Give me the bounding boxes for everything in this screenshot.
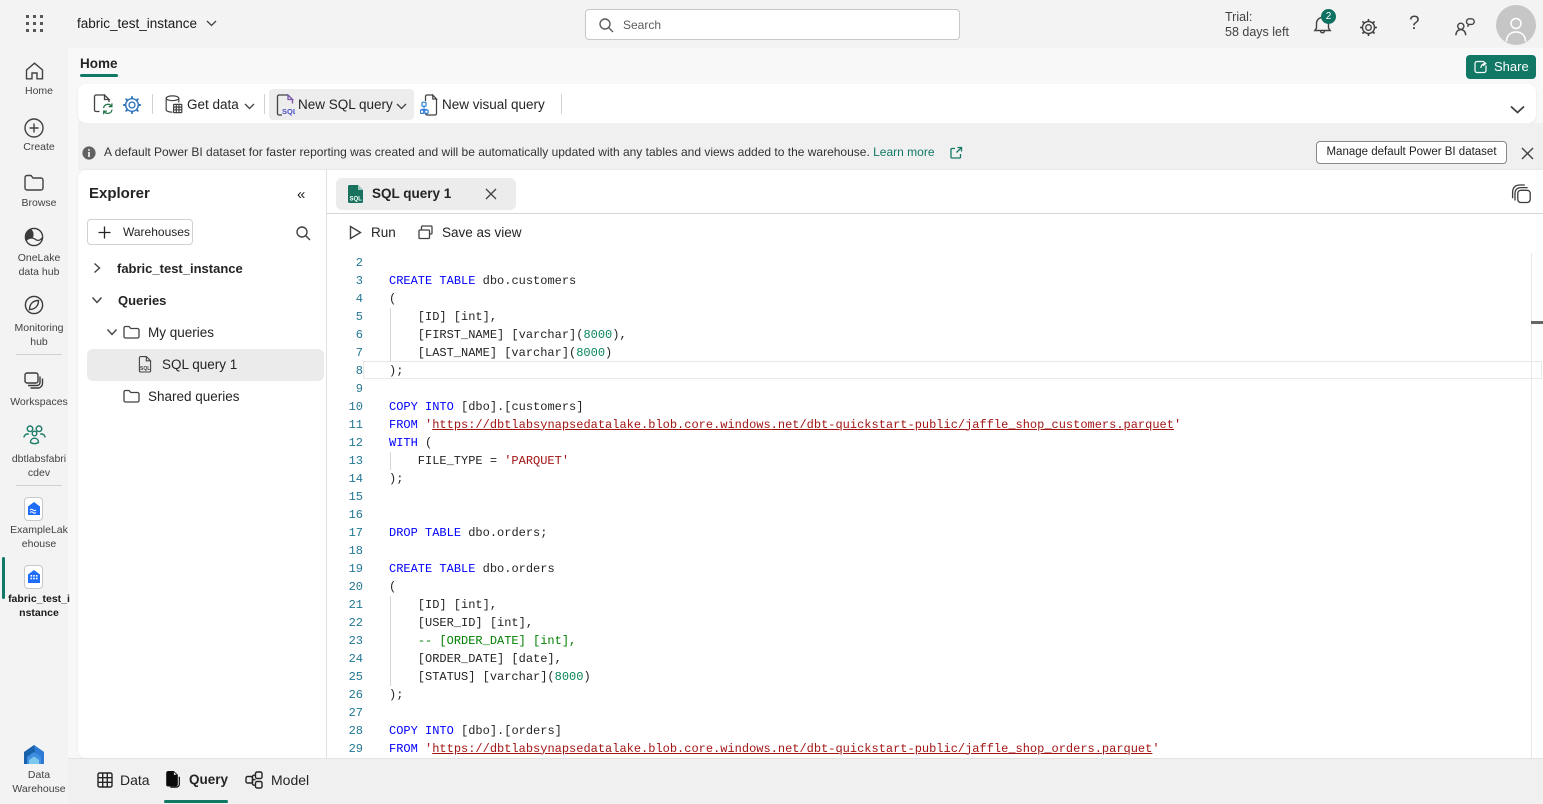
svg-text:SQL: SQL	[140, 366, 150, 372]
svg-text:SQL: SQL	[350, 197, 363, 203]
svg-text:SQL: SQL	[282, 107, 295, 116]
